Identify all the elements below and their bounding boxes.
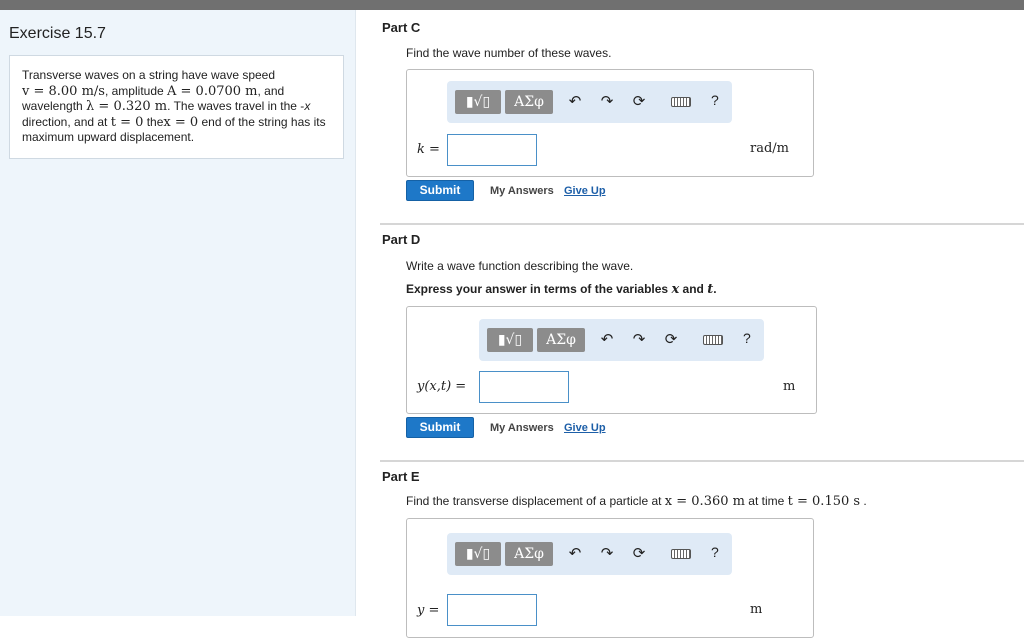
part-d-my-answers-link[interactable]: My Answers bbox=[490, 422, 554, 434]
exercise-title: Exercise 15.7 bbox=[9, 25, 106, 42]
undo-icon[interactable]: ↶ bbox=[565, 91, 585, 113]
part-c-title: Part C bbox=[382, 20, 421, 35]
part-d-give-up-link[interactable]: Give Up bbox=[564, 422, 606, 434]
part-c-give-up-link[interactable]: Give Up bbox=[564, 185, 606, 197]
part-e-answer-box: ▮√▯ ΑΣφ ↶ ↷ ⟳ ? y = m bbox=[406, 518, 814, 638]
undo-icon[interactable]: ↶ bbox=[565, 543, 585, 565]
part-e-toolbar: ▮√▯ ΑΣφ ↶ ↷ ⟳ ? bbox=[447, 533, 732, 575]
part-d-answer-box: ▮√▯ ΑΣφ ↶ ↷ ⟳ ? y(x,t) = m bbox=[406, 306, 817, 414]
top-bar bbox=[0, 0, 1024, 10]
part-c-answer-box: ▮√▯ ΑΣφ ↶ ↷ ⟳ ? k = rad/m bbox=[406, 69, 814, 177]
wavelength-expr: λ = 0.320 m bbox=[86, 99, 168, 114]
part-e-title: Part E bbox=[382, 469, 420, 484]
templates-button[interactable]: ▮√▯ bbox=[455, 90, 501, 114]
part-d-instructions: Express your answer in terms of the vari… bbox=[406, 282, 717, 297]
part-d-prompt: Write a wave function describing the wav… bbox=[406, 259, 634, 273]
reset-icon[interactable]: ⟳ bbox=[661, 329, 681, 351]
part-e-unit: m bbox=[750, 602, 763, 617]
amplitude-expr: A = 0.0700 m bbox=[167, 83, 258, 99]
symbols-button[interactable]: ΑΣφ bbox=[505, 90, 553, 114]
part-d-var-label: y(x,t) = bbox=[417, 379, 467, 394]
reset-icon[interactable]: ⟳ bbox=[629, 91, 649, 113]
help-icon[interactable]: ? bbox=[743, 330, 751, 346]
part-c-answer-input[interactable] bbox=[447, 134, 537, 166]
x-zero-expr: x = 0 bbox=[163, 114, 199, 130]
redo-icon[interactable]: ↷ bbox=[629, 329, 649, 351]
templates-button[interactable]: ▮√▯ bbox=[487, 328, 533, 352]
exercise-pane: Exercise 15.7 Transverse waves on a stri… bbox=[0, 10, 356, 616]
part-d-toolbar: ▮√▯ ΑΣφ ↶ ↷ ⟳ ? bbox=[479, 319, 764, 361]
part-c-unit: rad/m bbox=[750, 141, 789, 156]
keyboard-icon[interactable] bbox=[671, 549, 691, 559]
time-zero-expr: t = 0 bbox=[110, 114, 144, 130]
part-c-prompt: Find the wave number of these waves. bbox=[406, 46, 612, 60]
part-c-my-answers-link[interactable]: My Answers bbox=[490, 185, 554, 197]
templates-button[interactable]: ▮√▯ bbox=[455, 542, 501, 566]
part-c-submit-button[interactable]: Submit bbox=[406, 180, 474, 201]
symbols-button[interactable]: ΑΣφ bbox=[505, 542, 553, 566]
part-c-var-label: k = bbox=[417, 142, 440, 157]
part-e-answer-input[interactable] bbox=[447, 594, 537, 626]
part-d-submit-button[interactable]: Submit bbox=[406, 417, 474, 438]
part-c-toolbar: ▮√▯ ΑΣφ ↶ ↷ ⟳ ? bbox=[447, 81, 732, 123]
part-d-answer-input[interactable] bbox=[479, 371, 569, 403]
help-icon[interactable]: ? bbox=[711, 544, 719, 560]
symbols-button[interactable]: ΑΣφ bbox=[537, 328, 585, 352]
parts-pane: Part C Find the wave number of these wav… bbox=[370, 10, 1024, 638]
keyboard-icon[interactable] bbox=[671, 97, 691, 107]
redo-icon[interactable]: ↷ bbox=[597, 543, 617, 565]
reset-icon[interactable]: ⟳ bbox=[629, 543, 649, 565]
divider bbox=[380, 460, 1024, 462]
part-e-prompt: Find the transverse displacement of a pa… bbox=[406, 494, 867, 509]
undo-icon[interactable]: ↶ bbox=[597, 329, 617, 351]
part-d-title: Part D bbox=[382, 232, 421, 247]
keyboard-icon[interactable] bbox=[703, 335, 723, 345]
speed-expr: v = 8.00 m/s bbox=[22, 83, 105, 99]
redo-icon[interactable]: ↷ bbox=[597, 91, 617, 113]
divider bbox=[380, 223, 1024, 225]
problem-statement: Transverse waves on a string have wave s… bbox=[9, 55, 344, 159]
part-d-unit: m bbox=[783, 379, 796, 394]
help-icon[interactable]: ? bbox=[711, 92, 719, 108]
